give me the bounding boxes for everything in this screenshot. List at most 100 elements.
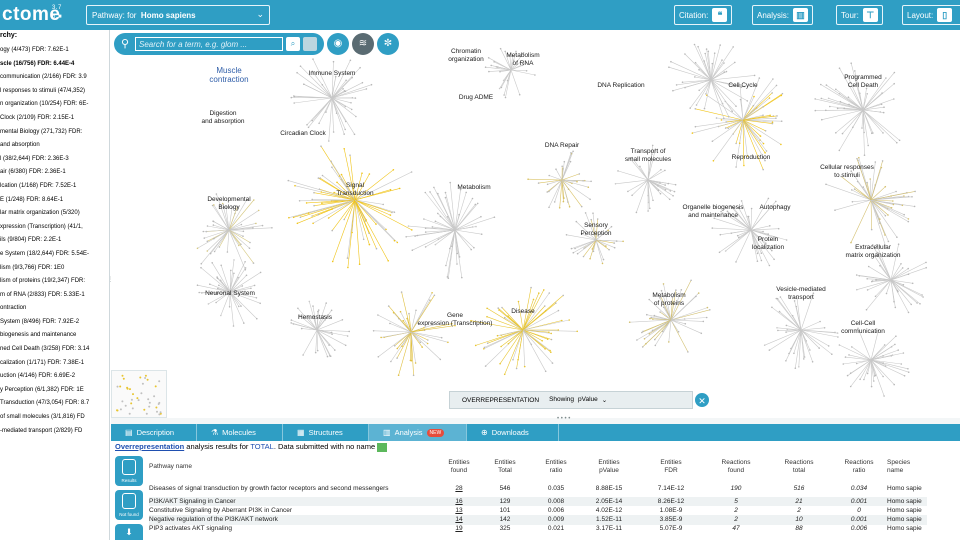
species-select[interactable]: Pathway: for Homo sapiens ⌄ <box>86 5 270 25</box>
illustration-icon[interactable]: ◉ <box>327 33 349 55</box>
column-header[interactable]: Entities Total <box>479 454 531 480</box>
node-label[interactable]: Signal Transduction <box>315 182 395 198</box>
node-label[interactable]: Digestion and absorption <box>183 110 263 126</box>
node-label[interactable]: Metabolism of RNA <box>483 52 563 68</box>
pathway-cluster[interactable] <box>287 145 413 269</box>
node-label[interactable]: Developmental Biology <box>189 196 269 212</box>
table-cell[interactable]: 28 <box>439 480 479 497</box>
node-label[interactable]: Programmed Cell Death <box>823 74 903 90</box>
node-label[interactable]: Transport of small molecules <box>608 148 688 164</box>
column-header[interactable]: Reactions total <box>767 454 831 480</box>
table-row[interactable]: Negative regulation of the PI3K/AKT netw… <box>149 515 927 525</box>
pathway-cluster[interactable] <box>470 286 578 376</box>
node-label[interactable]: Reproduction <box>711 154 791 162</box>
pathway-cluster[interactable] <box>628 279 711 353</box>
column-header[interactable]: Entities pValue <box>581 454 637 480</box>
node-label[interactable]: Cell-Cell communication <box>823 320 903 336</box>
overview-thumbnail[interactable] <box>111 370 167 418</box>
hierarchy-item[interactable]: uction (4/146) FDR: 6.69E-2 <box>0 370 109 384</box>
hierarchy-item[interactable]: -mediated transport (2/829) FD <box>0 425 109 439</box>
pathway-cluster[interactable] <box>565 212 624 265</box>
options-icon[interactable] <box>303 37 317 51</box>
hierarchy-item[interactable]: ils (9/804) FDR: 2.2E-1 <box>0 234 109 248</box>
hierarchy-item[interactable]: ogy (4/473) FDR: 7.62E-1 <box>0 44 109 58</box>
column-header[interactable]: Entities FDR <box>637 454 705 480</box>
hierarchy-item[interactable]: biogenesis and maintenance <box>0 329 109 343</box>
node-label[interactable]: Metabolism <box>434 184 514 192</box>
hierarchy-item[interactable]: System (8/496) FDR: 7.92E-2 <box>0 316 109 330</box>
node-label[interactable]: Disease <box>483 308 563 316</box>
node-label[interactable]: Drug ADME <box>436 94 516 102</box>
pathway-overview[interactable]: Muscle contraction Immune System Chromatin… <box>111 30 960 418</box>
node-label[interactable]: Autophagy <box>735 204 815 212</box>
table-row[interactable]: PI3K/AKT Signaling in Cancer 16 129 0.008 2.… <box>149 497 927 507</box>
node-label[interactable]: Sensory Perception <box>556 222 636 238</box>
hierarchy-item[interactable]: m of RNA (2/833) FDR: 5.33E-1 <box>0 289 109 303</box>
hierarchy-item[interactable]: and absorption <box>0 139 109 153</box>
pathway-cluster[interactable] <box>290 300 350 358</box>
node-label[interactable]: Hemostasis <box>275 314 355 322</box>
search-input[interactable] <box>135 37 283 51</box>
node-label[interactable]: DNA Repair <box>522 142 602 150</box>
tab-molecules[interactable]: ⚗ Molecules <box>197 424 283 441</box>
pathway-cluster[interactable] <box>838 327 910 397</box>
table-cell[interactable]: 13 <box>439 506 479 515</box>
hierarchy-item[interactable]: of small molecules (3/1,816) FD <box>0 411 109 425</box>
node-label[interactable]: Protein localization <box>728 236 808 252</box>
hierarchy-item[interactable]: ned Cell Death (3/258) FDR: 3.14 <box>0 343 109 357</box>
hierarchy-item[interactable]: scle (16/756) FDR: 6.44E-4 <box>0 58 109 72</box>
hierarchy-item[interactable]: lism (9/3,766) FDR: 1E0 <box>0 262 109 276</box>
node-label[interactable]: Cellular responses to stimuli <box>807 164 887 180</box>
node-label[interactable]: Metabolism of proteins <box>629 292 709 308</box>
not-found-button[interactable]: Not found <box>115 490 143 520</box>
hierarchy-item[interactable]: lcation (1/168) FDR: 7.52E-1 <box>0 180 109 194</box>
hierarchy-item[interactable]: Clock (2/109) FDR: 2.15E-1 <box>0 112 109 126</box>
hierarchy-item[interactable]: Transduction (47/3,054) FDR: 8.7 <box>0 397 109 411</box>
hierarchy-item[interactable]: lism of proteins (19/2,347) FDR: <box>0 275 109 289</box>
node-label[interactable]: Cell Cycle <box>703 82 783 90</box>
hierarchy-item[interactable]: e System (18/2,644) FDR: 5.54E- <box>0 248 109 262</box>
close-analysis-icon[interactable]: ✕ <box>694 392 710 408</box>
hierarchy-item[interactable]: l responses to stimuli (47/4,352) <box>0 85 109 99</box>
node-label[interactable]: DNA Replication <box>581 82 661 90</box>
hierarchy-item[interactable]: mental Biology (271,732) FDR: <box>0 126 109 140</box>
hierarchy-item[interactable]: lar matrix organization (5/320) <box>0 207 109 221</box>
hierarchy-item[interactable]: l (38/2,644) FDR: 2.36E-3 <box>0 153 109 167</box>
table-cell[interactable]: 14 <box>439 515 479 525</box>
column-header[interactable]: Species name <box>887 454 927 480</box>
tab-analysis[interactable]: ▥ Analysis NEW <box>369 424 467 441</box>
table-cell[interactable]: 19 <box>439 525 479 534</box>
results-button[interactable]: Results <box>115 456 143 486</box>
hierarchy-item[interactable]: E (1/248) FDR: 8.64E-1 <box>0 194 109 208</box>
hierarchy-item[interactable]: communication (2/166) FDR: 3.9 <box>0 71 109 85</box>
node-label[interactable]: Muscle contraction <box>189 66 269 84</box>
hierarchy-item[interactable]: y Perception (6/1,382) FDR: 1E <box>0 384 109 398</box>
node-label[interactable]: Neuronal System <box>190 290 270 298</box>
node-label[interactable]: Extracellular matrix organization <box>833 244 913 260</box>
overrepresentation-link[interactable]: Overrepresentation <box>115 442 184 451</box>
column-header[interactable]: Reactions ratio <box>831 454 887 480</box>
pathway-cluster[interactable] <box>372 291 456 377</box>
showing-select[interactable]: Showing pValue ⌄ <box>549 396 607 404</box>
tab-description[interactable]: ▤ Description <box>111 424 197 441</box>
table-row[interactable]: Diseases of signal transduction by growt… <box>149 480 927 497</box>
network-icon[interactable]: ✼ <box>377 33 399 55</box>
hierarchy-item[interactable]: calization (1/171) FDR: 7.38E-1 <box>0 357 109 371</box>
more-button[interactable]: ⬇ <box>115 524 143 540</box>
table-cell[interactable]: 16 <box>439 497 479 507</box>
column-header[interactable]: Reactions found <box>705 454 767 480</box>
table-row[interactable]: PIP3 activates AKT signaling 19 325 0.021 3.… <box>149 525 927 534</box>
hierarchy-item[interactable]: air (6/380) FDR: 2.36E-1 <box>0 166 109 180</box>
hierarchy-item[interactable]: ontraction <box>0 302 109 316</box>
node-label[interactable]: Vesicle-mediated transport <box>761 286 841 302</box>
search-submit-icon[interactable]: ⌕ <box>286 37 300 51</box>
node-label[interactable]: Circadian Clock <box>263 130 343 138</box>
reactome-logo[interactable]: ctome 3.7 5 ■ <box>0 4 84 26</box>
layout-button[interactable]: Layout: ▯ <box>902 5 960 25</box>
column-header[interactable]: Entities found <box>439 454 479 480</box>
node-label[interactable]: Immune System <box>292 70 372 78</box>
column-header[interactable]: Entities ratio <box>531 454 581 480</box>
download-icon[interactable] <box>377 442 388 452</box>
pathway-cluster[interactable] <box>527 150 592 209</box>
pathway-cluster[interactable] <box>405 181 496 279</box>
